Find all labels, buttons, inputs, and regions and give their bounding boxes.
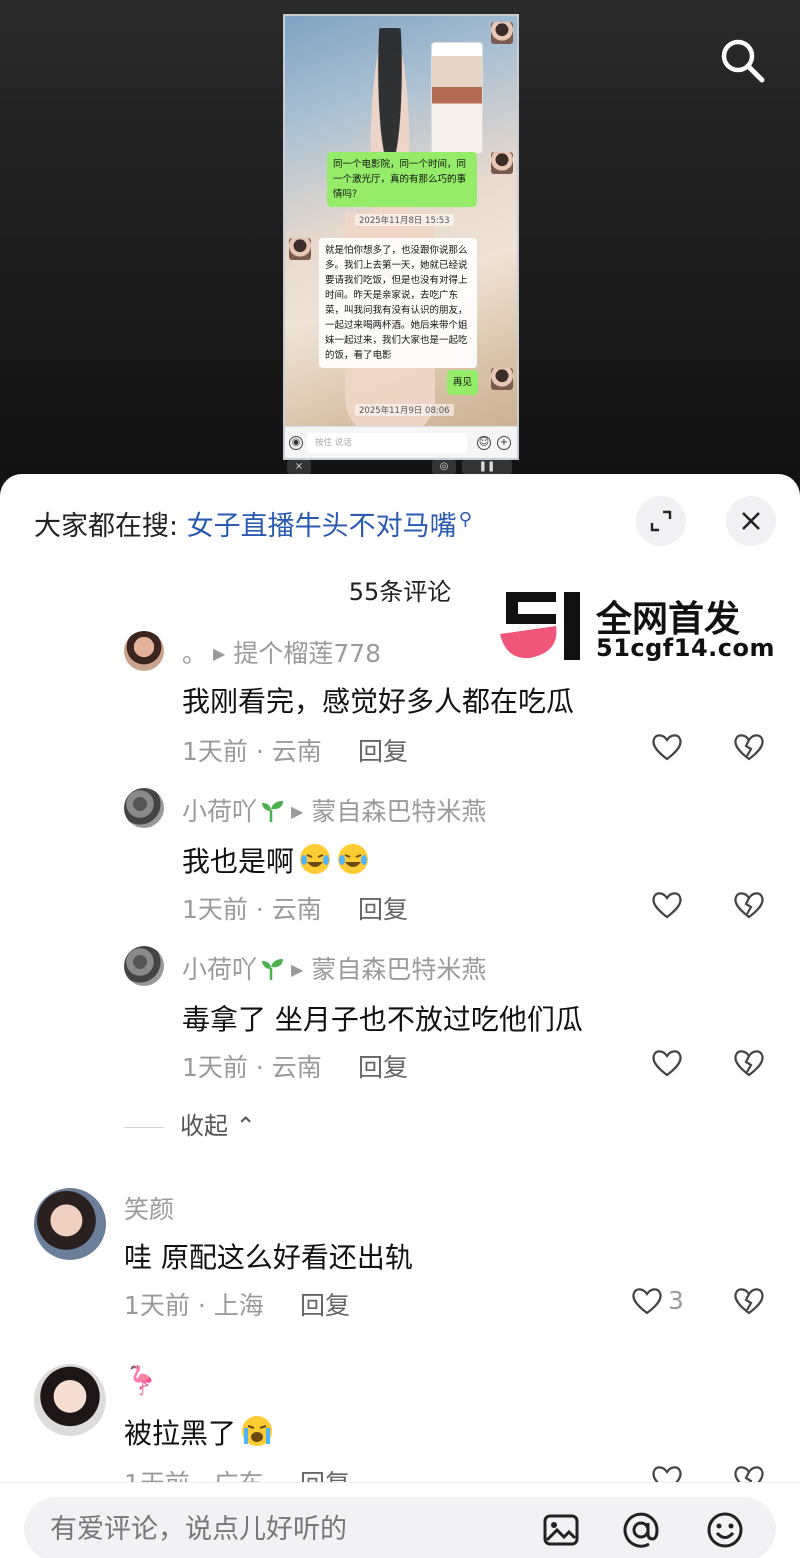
- tears-of-joy-emoji-icon: [300, 844, 331, 874]
- reply-arrow-icon: ▶: [291, 802, 304, 821]
- comment-meta: 1天前 · 云南: [182, 1053, 322, 1082]
- avatar[interactable]: [34, 1364, 106, 1436]
- image-icon[interactable]: [540, 1509, 582, 1551]
- username[interactable]: 小荷吖: [182, 955, 257, 984]
- heart-icon[interactable]: [650, 1046, 684, 1080]
- broken-heart-icon[interactable]: [732, 1046, 766, 1080]
- expand-button[interactable]: [636, 496, 686, 546]
- comment-meta: 1天前 · 上海: [124, 1291, 264, 1320]
- reply-header: 小荷吖 ▶ 蒙自森巴特米燕: [182, 950, 486, 986]
- crying-emoji-icon: [242, 1416, 273, 1446]
- username[interactable]: 🦩: [124, 1364, 159, 1397]
- comment-text: 哇 原配这么好看还出轨: [124, 1241, 413, 1274]
- comment-text: 毒拿了 坐月子也不放过吃他们瓜: [182, 1003, 583, 1036]
- chevron-up-icon: ⌃: [228, 1112, 256, 1140]
- chat-timestamp: 2025年11月9日 08:06: [355, 404, 454, 416]
- at-icon[interactable]: [620, 1509, 662, 1551]
- chat-avatar-self: [491, 22, 513, 44]
- divider: [124, 1126, 164, 1128]
- broken-heart-icon[interactable]: [732, 1284, 766, 1318]
- broken-heart-icon[interactable]: [732, 888, 766, 922]
- sprout-icon: [262, 959, 284, 980]
- heart-icon[interactable]: [650, 888, 684, 922]
- avatar[interactable]: [34, 1188, 106, 1260]
- plus-icon: +: [497, 436, 511, 450]
- comment-meta: 1天前 · 云南: [182, 895, 322, 924]
- close-icon[interactable]: ×: [287, 460, 311, 474]
- comment-text: 我也是啊: [182, 840, 370, 880]
- camera-icon[interactable]: ◎: [432, 460, 456, 474]
- chat-timestamp: 2025年11月8日 15:53: [355, 214, 454, 226]
- comment-text-content: 我也是啊: [182, 845, 295, 878]
- close-icon: [742, 512, 760, 530]
- avatar[interactable]: [124, 788, 164, 828]
- reply-header: 。 ▶ 提个榴莲778: [182, 634, 381, 670]
- heart-icon[interactable]: [630, 1284, 664, 1318]
- avatar[interactable]: [124, 631, 164, 671]
- reply-to-username[interactable]: 蒙自森巴特米燕: [311, 797, 486, 826]
- chat-avatar-self: [491, 368, 513, 390]
- username[interactable]: 。: [182, 639, 207, 668]
- reply-button[interactable]: 回复: [358, 1048, 408, 1084]
- expand-icon: [650, 510, 672, 532]
- photo-person: [345, 28, 435, 438]
- trending-search[interactable]: 大家都在搜: 女子直播牛头不对马嘴 ⚲: [34, 504, 472, 543]
- like-count: 3: [668, 1286, 684, 1315]
- reply-to-username[interactable]: 提个榴莲778: [233, 639, 381, 668]
- reply-button[interactable]: 回复: [300, 1286, 350, 1322]
- emoji-icon: ☺: [477, 436, 491, 450]
- comment-meta: 1天前 · 云南: [182, 737, 322, 766]
- pause-icon[interactable]: ❚❚: [462, 460, 512, 474]
- trending-query-link[interactable]: 女子直播牛头不对马嘴: [187, 511, 457, 542]
- comment-input-bar: [0, 1482, 800, 1558]
- reply-to-username[interactable]: 蒙自森巴特米燕: [311, 955, 486, 984]
- emoji-icon[interactable]: [704, 1509, 746, 1551]
- comment-input-container[interactable]: [24, 1497, 776, 1558]
- sprout-icon: [262, 801, 284, 822]
- username[interactable]: 笑颜: [124, 1190, 174, 1226]
- heart-icon[interactable]: [650, 730, 684, 764]
- reply-button[interactable]: 回复: [358, 732, 408, 768]
- chat-bubble-in: 就是怕你想多了，也没跟你说那么多。我们上去第一天，她就已经说要请我们吃饭，但是也…: [319, 238, 477, 368]
- voice-icon: ◉: [289, 436, 303, 450]
- trending-prefix: 大家都在搜:: [34, 511, 187, 542]
- photo-inset: [431, 42, 483, 154]
- username[interactable]: 小荷吖: [182, 797, 257, 826]
- watermark-logo: [500, 592, 580, 660]
- comment-sheet: 大家都在搜: 女子直播牛头不对马嘴 ⚲ 55条评论 全网首发 51cgf14.co…: [0, 474, 800, 1558]
- chat-input-bar: ◉ 按住 说话 ☺ +: [285, 426, 517, 458]
- chat-bubble-out: 同一个电影院，同一个时间，同一个激光厅，真的有那么巧的事情吗？: [327, 152, 477, 207]
- chat-avatar-self: [491, 152, 513, 174]
- broken-heart-icon[interactable]: [732, 730, 766, 764]
- chat-input-field: 按住 说话: [307, 433, 467, 453]
- watermark-url: 51cgf14.com: [596, 634, 775, 662]
- comment-text: 我刚看完，感觉好多人都在吃瓜: [182, 685, 575, 718]
- tears-of-joy-emoji-icon: [338, 844, 369, 874]
- watermark: 全网首发 51cgf14.com: [500, 586, 780, 666]
- chat-bubble-out: 再见: [447, 370, 479, 395]
- reply-header: 小荷吖 ▶ 蒙自森巴特米燕: [182, 792, 486, 828]
- avatar[interactable]: [124, 946, 164, 986]
- comment-input[interactable]: [50, 1497, 530, 1558]
- reply-button[interactable]: 回复: [358, 890, 408, 926]
- chat-avatar-other: [289, 238, 311, 260]
- video-player[interactable]: 同一个电影院，同一个时间，同一个激光厅，真的有那么巧的事情吗？ 2025年11月…: [0, 0, 800, 500]
- reply-arrow-icon: ▶: [291, 960, 304, 979]
- collapse-replies-button[interactable]: 收起 ⌃: [124, 1106, 256, 1141]
- search-small-icon: ⚲: [458, 509, 472, 530]
- comment-text-content: 被拉黑了: [124, 1417, 237, 1450]
- collapse-label: 收起: [180, 1112, 228, 1140]
- chat-screenshot: 同一个电影院，同一个时间，同一个激光厅，真的有那么巧的事情吗？ 2025年11月…: [283, 14, 519, 460]
- reply-arrow-icon: ▶: [213, 644, 226, 663]
- search-icon[interactable]: [716, 34, 768, 86]
- comment-text: 被拉黑了: [124, 1412, 274, 1452]
- close-button[interactable]: [726, 496, 776, 546]
